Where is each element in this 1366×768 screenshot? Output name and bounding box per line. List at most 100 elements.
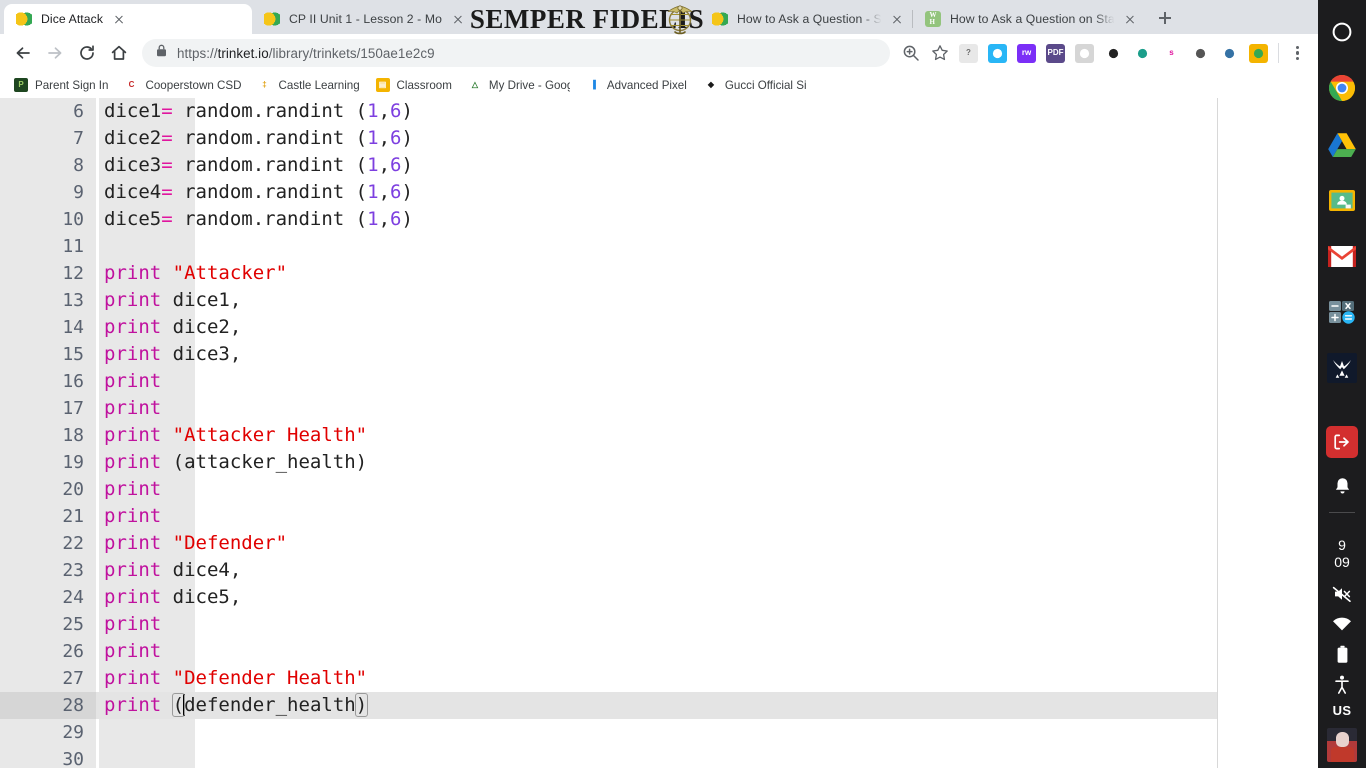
code-text[interactable]: print dice2, [96, 314, 1217, 341]
code-text[interactable]: print dice3, [96, 341, 1217, 368]
code-text[interactable]: dice1= random.randint (1,6) [96, 98, 1217, 125]
address-bar[interactable]: https://trinket.io/library/trinkets/150a… [142, 39, 890, 67]
code-text[interactable]: print "Attacker Health" [96, 422, 1217, 449]
code-line[interactable]: 15 print dice3, [0, 341, 1217, 368]
google-drive-icon[interactable] [1318, 120, 1366, 168]
code-text[interactable]: print [96, 476, 1217, 503]
code-text[interactable]: dice3= random.randint (1,6) [96, 152, 1217, 179]
code-line[interactable]: 13 print dice1, [0, 287, 1217, 314]
bookmark-item[interactable]: ‡ Castle Learning Onli [250, 74, 368, 96]
code-line[interactable]: 29 [0, 719, 1217, 746]
pdf-extension-icon[interactable]: PDF [1046, 43, 1065, 63]
tab-close-icon[interactable] [1121, 10, 1139, 28]
code-text[interactable]: print "Defender" [96, 530, 1217, 557]
code-line[interactable]: 12 print "Attacker" [0, 260, 1217, 287]
code-text[interactable]: print [96, 395, 1217, 422]
code-text[interactable]: print dice5, [96, 584, 1217, 611]
code-text[interactable]: print (defender_health) [96, 692, 1217, 719]
bookmark-item[interactable]: C Cooperstown CSD [116, 74, 249, 96]
code-line[interactable]: 10 dice5= random.randint (1,6) [0, 206, 1217, 233]
bookmark-item[interactable]: ◆ Gucci Official Site Un [696, 74, 814, 96]
calculator-icon[interactable] [1318, 288, 1366, 336]
code-text[interactable]: dice2= random.randint (1,6) [96, 125, 1217, 152]
avatar[interactable] [1327, 728, 1357, 762]
notifications-bell-icon[interactable] [1318, 466, 1366, 506]
logout-icon[interactable] [1318, 418, 1366, 466]
classroom-extension-icon[interactable] [1249, 43, 1268, 63]
code-text[interactable]: print dice1, [96, 287, 1217, 314]
home-button[interactable] [104, 38, 134, 68]
code-lines[interactable]: 6 dice1= random.randint (1,6) 7 dice2= rand… [0, 98, 1217, 768]
tab-close-icon[interactable] [110, 10, 128, 28]
tab-close-icon[interactable] [449, 10, 467, 28]
bookmark-item[interactable]: P Parent Sign In [6, 74, 116, 96]
code-line[interactable]: 26 print [0, 638, 1217, 665]
battery-icon[interactable] [1318, 639, 1366, 669]
browser-tab[interactable]: Dice Attack [4, 4, 252, 34]
browser-tab[interactable]: W H How to Ask a Question on Stack [913, 4, 1145, 34]
code-text[interactable]: print dice4, [96, 557, 1217, 584]
grammar-extension-icon[interactable]: s [1162, 43, 1181, 63]
code-line[interactable]: 20 print [0, 476, 1217, 503]
code-text[interactable]: print [96, 638, 1217, 665]
bookmark-item[interactable]: △ My Drive - Google Dri [460, 74, 578, 96]
code-text[interactable]: print "Defender Health" [96, 665, 1217, 692]
code-line[interactable]: 27 print "Defender Health" [0, 665, 1217, 692]
code-line[interactable]: 14 print dice2, [0, 314, 1217, 341]
system-clock[interactable]: 9 09 [1334, 537, 1350, 571]
code-line[interactable]: 30 [0, 746, 1217, 768]
code-line[interactable]: 24 print dice5, [0, 584, 1217, 611]
code-line[interactable]: 25 print [0, 611, 1217, 638]
air-force-icon[interactable] [1318, 344, 1366, 392]
help-extension-icon[interactable]: ? [959, 43, 978, 63]
code-text[interactable]: print [96, 503, 1217, 530]
code-line[interactable]: 8 dice3= random.randint (1,6) [0, 152, 1217, 179]
diamond-extension-icon[interactable] [1133, 43, 1152, 63]
bookmark-item[interactable]: ▤ Classroom [368, 74, 460, 96]
bookmark-star-icon[interactable] [926, 39, 954, 67]
code-line[interactable]: 22 print "Defender" [0, 530, 1217, 557]
zoom-icon[interactable] [897, 39, 925, 67]
code-line[interactable]: 17 print [0, 395, 1217, 422]
bookmark-item[interactable]: ▐ Advanced Pixel Apoc [578, 74, 696, 96]
back-button[interactable] [8, 38, 38, 68]
python-extension-icon[interactable] [1220, 43, 1239, 63]
code-line[interactable]: 21 print [0, 503, 1217, 530]
code-text[interactable]: print (attacker_health) [96, 449, 1217, 476]
code-line[interactable]: 18 print "Attacker Health" [0, 422, 1217, 449]
swirl-extension-icon[interactable] [1191, 43, 1210, 63]
code-line[interactable]: 11 [0, 233, 1217, 260]
code-text[interactable]: print [96, 611, 1217, 638]
cloud-extension-icon[interactable] [988, 43, 1007, 63]
browser-tab[interactable]: CP II Unit 1 - Lesson 2 - Mo [252, 4, 700, 34]
chrome-icon[interactable] [1318, 64, 1366, 112]
new-tab-button[interactable] [1151, 4, 1179, 32]
shield-extension-icon[interactable] [1075, 43, 1094, 63]
code-line[interactable]: 6 dice1= random.randint (1,6) [0, 98, 1217, 125]
google-classroom-icon[interactable] [1318, 176, 1366, 224]
code-line[interactable]: 16 print [0, 368, 1217, 395]
code-text[interactable]: dice5= random.randint (1,6) [96, 206, 1217, 233]
gmail-icon[interactable] [1318, 232, 1366, 280]
chrome-menu-button[interactable] [1284, 40, 1310, 66]
wifi-icon[interactable] [1318, 609, 1366, 639]
keyboard-language-indicator[interactable]: US [1333, 703, 1352, 718]
code-line[interactable]: 23 print dice4, [0, 557, 1217, 584]
code-text[interactable]: dice4= random.randint (1,6) [96, 179, 1217, 206]
code-editor-pane[interactable]: 6 dice1= random.randint (1,6) 7 dice2= rand… [0, 98, 1218, 768]
browser-tab[interactable]: How to Ask a Question - Stack Overflow [700, 4, 912, 34]
reload-button[interactable] [72, 38, 102, 68]
barcode-extension-icon[interactable] [1104, 43, 1123, 63]
forward-button[interactable] [40, 38, 70, 68]
code-line[interactable]: 19 print (attacker_health) [0, 449, 1217, 476]
launcher-circle-icon[interactable] [1318, 8, 1366, 56]
code-text[interactable]: print "Attacker" [96, 260, 1217, 287]
volume-muted-icon[interactable] [1318, 579, 1366, 609]
code-text[interactable]: print [96, 368, 1217, 395]
code-line[interactable]: 28 print (defender_health) [0, 692, 1217, 719]
readwrite-extension-icon[interactable]: rw [1017, 43, 1036, 63]
code-line[interactable]: 9 dice4= random.randint (1,6) [0, 179, 1217, 206]
code-line[interactable]: 7 dice2= random.randint (1,6) [0, 125, 1217, 152]
tab-close-icon[interactable] [888, 10, 906, 28]
accessibility-icon[interactable] [1318, 669, 1366, 699]
